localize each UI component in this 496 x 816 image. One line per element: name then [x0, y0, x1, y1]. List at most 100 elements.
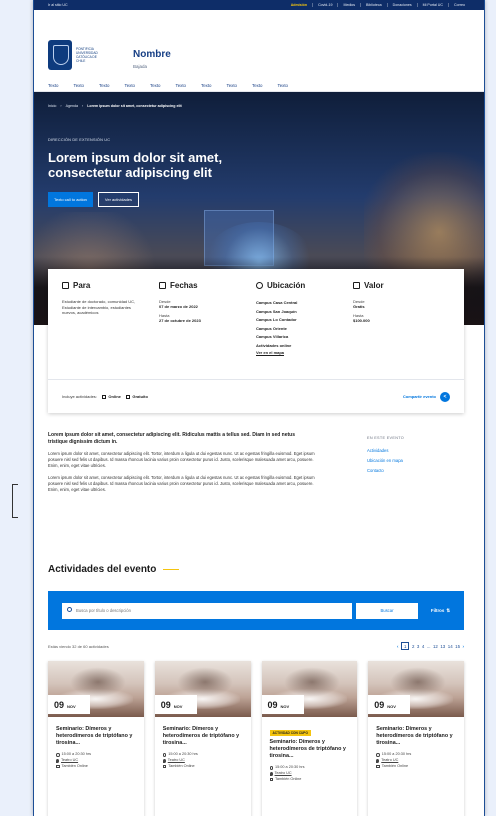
top-link-covid[interactable]: Covid-19 — [312, 3, 337, 7]
chevron-right-icon: › — [81, 104, 84, 108]
title-accent — [163, 568, 180, 571]
nav-item[interactable]: Texto — [176, 83, 187, 88]
campus-item: Campus Villarica — [256, 334, 289, 339]
mode-text: También Online — [168, 763, 195, 768]
campus-item: Campus Oriente — [256, 325, 287, 331]
date-day: 09 — [267, 700, 278, 710]
crest-icon — [48, 40, 72, 70]
scroll-marker — [12, 484, 18, 518]
date-badge: 09 NOV — [48, 695, 90, 714]
next-page-icon[interactable]: › — [463, 644, 464, 649]
in-this-event: EN ESTE EVENTO Actividades Ubicación en … — [367, 436, 467, 478]
includes-label: Incluye actividades: — [62, 394, 97, 399]
campus-item: Actividades online — [256, 342, 292, 348]
page-ellipsis: ... — [426, 643, 431, 649]
filters-button[interactable]: Filtros ⇅ — [431, 608, 450, 614]
info-valor: Valor Desde Gratis Hasta $100.000 — [353, 281, 450, 379]
site-name: Nombre — [133, 49, 171, 60]
clock-icon — [376, 753, 380, 757]
activity-card[interactable]: 09 NOV ACTIVIDAD CON CUPO Seminario: Dím… — [261, 661, 358, 816]
aside-link-mapa[interactable]: Ubicación en mapa — [367, 458, 467, 463]
campus-item: Campus Lo Contador — [256, 317, 297, 322]
pagination: ‹ 1 2 3 4 ... 12 13 14 15 › — [397, 642, 464, 650]
ticket-icon — [353, 282, 360, 289]
page-link[interactable]: 15 — [455, 644, 460, 649]
cta-button[interactable]: Texto call to action — [48, 192, 93, 207]
aside-link-contacto[interactable]: Contacto — [367, 468, 467, 473]
activity-title[interactable]: Seminario: Dímeros y heterodímeros de tr… — [56, 726, 136, 746]
top-link-donaciones[interactable]: Donaciones — [386, 3, 417, 7]
description-lead: Lorem ipsum dolor sit amet, consectetur … — [48, 432, 296, 445]
share-event-button[interactable]: Compartir evento < — [403, 391, 450, 402]
activity-title[interactable]: Seminario: Dímeros y heterodímeros de tr… — [376, 726, 456, 746]
page-link[interactable]: 12 — [433, 644, 438, 649]
activity-title[interactable]: Seminario: Dímeros y heterodímeros de tr… — [270, 739, 350, 759]
page-link[interactable]: 2 — [412, 644, 414, 649]
page-frame: Ir al sitio UC Admisión Covid-19 Medios … — [33, 0, 485, 816]
breadcrumb-current: Lorem ipsum dolor sit amet, consectetur … — [87, 104, 182, 108]
map-link[interactable]: Ver en el mapa — [256, 350, 353, 355]
info-fechas-title: Fechas — [170, 281, 198, 290]
filters-label: Filtros — [430, 608, 445, 613]
date-day: 09 — [54, 700, 65, 710]
page-current[interactable]: 1 — [400, 642, 410, 650]
top-link-admision[interactable]: Admisión — [286, 3, 312, 7]
activity-cards: 09 NOV Seminario: Dímeros y heterodímero… — [48, 661, 464, 816]
nav-item[interactable]: Texto — [201, 83, 212, 88]
top-links: Admisión Covid-19 Medios Biblioteca Dona… — [286, 3, 470, 7]
activities-search-bar: Buscar Filtros⇅ — [48, 591, 464, 630]
page-title: Lorem ipsum dolor sit amet, consectetur … — [48, 150, 223, 180]
activity-card[interactable]: 09 NOV Seminario: Dímeros y heterodímero… — [154, 661, 251, 816]
breadcrumb-inicio[interactable]: Inicio — [48, 104, 56, 108]
page-link[interactable]: 4 — [422, 644, 424, 649]
nav-item[interactable]: Texto — [278, 83, 289, 88]
breadcrumb-agenda[interactable]: Agenda — [66, 104, 78, 108]
page-link[interactable]: 14 — [448, 644, 453, 649]
top-link-medios[interactable]: Medios — [337, 3, 360, 7]
page-link[interactable]: 3 — [417, 644, 419, 649]
activity-mode: También Online — [269, 777, 350, 783]
top-link-biblioteca[interactable]: Biblioteca — [360, 3, 387, 7]
home-link[interactable]: Ir al sitio UC — [48, 3, 286, 7]
uc-logo[interactable]: PONTIFICIA UNIVERSIDAD CATÓLICA DE CHILE — [48, 40, 102, 70]
prev-page-icon[interactable]: ‹ — [397, 644, 398, 649]
people-icon — [62, 282, 69, 289]
nav-item[interactable]: Texto — [48, 83, 59, 88]
activity-title[interactable]: Seminario: Dímeros y heterodímeros de tr… — [163, 726, 243, 746]
activity-mode: También Online — [56, 764, 136, 770]
nav-item[interactable]: Texto — [74, 83, 85, 88]
location-pin-icon — [269, 772, 273, 776]
nav-item[interactable]: Texto — [252, 83, 263, 88]
search-button[interactable]: Buscar — [356, 602, 418, 619]
date-month: NOV — [387, 704, 396, 709]
page-link[interactable]: 13 — [440, 644, 445, 649]
activity-card[interactable]: 09 NOV Seminario: Dímeros y heterodímero… — [368, 661, 464, 816]
fechas-hasta: 27 de octubre de 2023 — [159, 318, 201, 323]
top-link-portal[interactable]: Mi Portal UC — [416, 3, 448, 7]
location-pin-icon — [56, 759, 59, 763]
nav-item[interactable]: Texto — [227, 83, 238, 88]
event-description: Lorem ipsum dolor sit amet, consectetur … — [48, 432, 316, 499]
monitor-icon — [101, 394, 107, 399]
monitor-icon — [269, 777, 273, 781]
info-ubicacion: Ubicación Campus Casa Central Campus San… — [256, 281, 353, 379]
nav-item[interactable]: Texto — [150, 83, 161, 88]
date-month: NOV — [280, 704, 290, 709]
date-month: NOV — [67, 704, 76, 709]
top-link-correo[interactable]: Correo — [448, 3, 470, 7]
location-pin-icon — [376, 759, 380, 763]
nav-item[interactable]: Texto — [125, 83, 136, 88]
nav-item[interactable]: Texto — [99, 83, 110, 88]
search-input[interactable] — [62, 602, 352, 619]
location-pin-icon — [162, 759, 166, 763]
activity-mode: También Online — [376, 764, 456, 770]
aside-link-actividades[interactable]: Actividades — [367, 448, 467, 453]
monitor-icon — [376, 764, 380, 768]
monitor-icon — [162, 764, 167, 768]
activity-card[interactable]: 09 NOV Seminario: Dímeros y heterodímero… — [48, 661, 144, 816]
view-activities-button[interactable]: Ver actividades — [97, 192, 140, 207]
aside-heading: EN ESTE EVENTO — [367, 436, 405, 440]
share-icon: < — [440, 391, 450, 402]
info-card-footer: Incluye actividades: Online Gratuito Com… — [48, 379, 464, 413]
breadcrumb: Inicio › Agenda › Lorem ipsum dolor sit … — [48, 104, 182, 108]
